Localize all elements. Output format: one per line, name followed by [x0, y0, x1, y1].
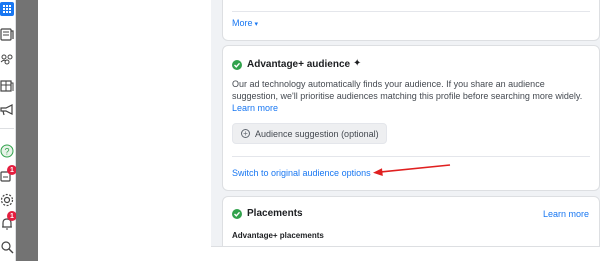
settings-icon[interactable]	[0, 192, 16, 208]
more-dropdown-link[interactable]: More ▾	[232, 18, 258, 28]
catalog-icon[interactable]	[0, 77, 16, 93]
audience-suggestion-button[interactable]: + Audience suggestion (optional)	[232, 123, 387, 144]
left-nav-rail: ? 1 1	[0, 0, 17, 261]
more-label: More	[232, 18, 253, 28]
grid-icon[interactable]	[0, 1, 16, 17]
learn-more-link[interactable]: Learn more	[543, 209, 589, 219]
audience-description: Our ad technology automatically finds yo…	[232, 78, 592, 114]
chevron-down-icon: ▾	[254, 21, 259, 28]
card-title: Placements	[247, 208, 303, 219]
advantage-audience-card: Advantage+ audience ✦ Our ad technology …	[222, 45, 600, 191]
description-text: Our ad technology automatically finds yo…	[232, 79, 583, 101]
check-circle-icon	[232, 209, 242, 219]
placements-subheading: Advantage+ placements	[232, 231, 324, 240]
campaign-tree-panel	[38, 0, 211, 261]
learn-more-link[interactable]: Learn more	[232, 103, 278, 113]
search-icon[interactable]	[0, 239, 16, 255]
audience-suggestion-label: Audience suggestion (optional)	[255, 128, 379, 139]
pages-icon[interactable]	[0, 26, 16, 42]
switch-audience-options-link[interactable]: Switch to original audience options	[232, 168, 371, 178]
plus-circle-icon: +	[241, 129, 250, 138]
help-icon[interactable]: ?	[0, 143, 16, 159]
footer-bar	[211, 246, 600, 261]
targeting-card: More ▾	[222, 0, 600, 41]
megaphone-icon[interactable]	[0, 102, 16, 118]
divider	[232, 11, 590, 12]
check-circle-icon	[232, 60, 242, 70]
collapsed-panel-divider	[16, 0, 38, 261]
audience-people-icon[interactable]	[0, 52, 16, 68]
divider	[232, 156, 590, 157]
sparkle-icon: ✦	[353, 58, 362, 69]
card-title: Advantage+ audience	[247, 59, 351, 70]
rail-divider	[0, 128, 14, 129]
ad-set-editor: More ▾ Advantage+ audience ✦ Our ad techn…	[211, 0, 600, 261]
svg-text:?: ?	[4, 147, 9, 157]
